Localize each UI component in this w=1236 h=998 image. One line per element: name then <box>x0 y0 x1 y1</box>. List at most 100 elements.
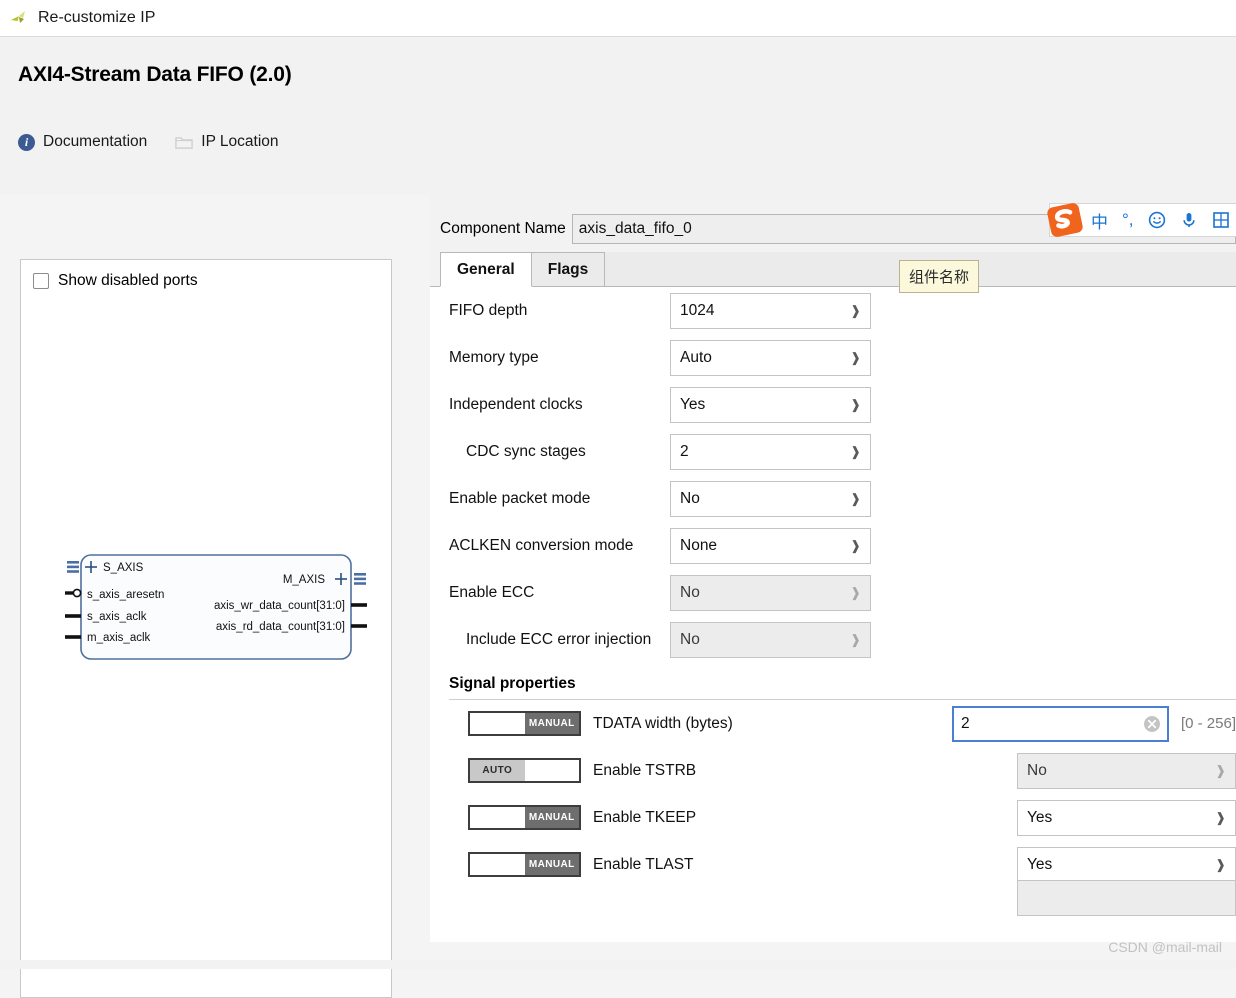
row-enable-ecc: Enable ECC No ❱ <box>430 569 1236 616</box>
row-tdata-width: MANUAL TDATA width (bytes) 2 [0 - 256] <box>430 700 1236 747</box>
documentation-link[interactable]: i Documentation <box>18 133 147 151</box>
tab-general[interactable]: General <box>440 252 532 287</box>
chevron-down-icon: ❱ <box>850 443 861 459</box>
combo-include-ecc-error-injection-value: No <box>680 630 700 648</box>
row-memory-type: Memory type Auto ❱ <box>430 334 1236 381</box>
window-titlebar: Re-customize IP <box>0 0 1236 37</box>
show-disabled-ports-checkbox[interactable] <box>33 273 49 289</box>
folder-icon <box>175 135 193 150</box>
combo-include-ecc-error-injection: No ❱ <box>670 621 871 658</box>
chinese-mode-icon[interactable]: 中 <box>1091 208 1108 233</box>
toggle-enable-tlast[interactable]: MANUAL <box>468 852 581 877</box>
toggle-enable-tstrb-off <box>524 760 579 781</box>
info-icon: i <box>18 133 35 151</box>
field-tdata-width: 2 [0 - 256] <box>951 705 1236 742</box>
label-enable-tkeep: Enable TKEEP <box>593 808 697 826</box>
chevron-down-icon: ❱ <box>850 349 861 365</box>
chevron-down-icon: ❱ <box>850 302 861 318</box>
ip-location-link-label: IP Location <box>201 133 279 150</box>
config-panel: Component Name axis_data_fifo_0 General … <box>430 195 1236 942</box>
label-enable-tstrb: Enable TSTRB <box>593 761 697 779</box>
chevron-down-icon: ❱ <box>850 584 861 600</box>
combo-enable-tkeep[interactable]: Yes ❱ <box>1017 799 1236 836</box>
svg-text:S_AXIS: S_AXIS <box>103 562 144 574</box>
ip-location-link[interactable]: IP Location <box>175 133 279 151</box>
combo-independent-clocks-value: Yes <box>680 395 706 413</box>
toggle-tdata-width[interactable]: MANUAL <box>468 711 581 736</box>
csdn-watermark: CSDN @mail-mail <box>1108 939 1222 955</box>
combo-next-partial <box>1017 880 1236 916</box>
clear-icon[interactable] <box>1143 715 1161 733</box>
toggle-enable-tlast-off <box>470 854 525 875</box>
combo-enable-tlast-value: Yes <box>1027 855 1053 873</box>
combo-enable-packet-mode[interactable]: No ❱ <box>670 480 871 517</box>
ip-symbol-panel: Show disabled ports S_AXIS s_axis_areset… <box>20 259 392 998</box>
punctuation-mode-icon[interactable]: °, <box>1122 210 1134 230</box>
chevron-down-icon: ❱ <box>850 631 861 647</box>
toggle-enable-tlast-mode: MANUAL <box>524 854 579 875</box>
combo-enable-packet-mode-value: No <box>680 489 700 507</box>
label-aclken-conversion-mode: ACLKEN conversion mode <box>449 536 634 554</box>
signal-properties-title: Signal properties <box>449 675 576 692</box>
dialog-body: Show disabled ports S_AXIS s_axis_areset… <box>0 195 1236 998</box>
sogou-logo-icon[interactable] <box>1046 201 1084 239</box>
chevron-down-icon: ❱ <box>1215 762 1226 778</box>
component-name-label: Component Name <box>440 220 566 237</box>
toggle-enable-tkeep-mode: MANUAL <box>524 807 579 828</box>
signal-properties-section: Signal properties <box>430 675 1236 700</box>
label-tdata-width: TDATA width (bytes) <box>593 714 733 732</box>
row-next-partial <box>430 880 1236 916</box>
tab-flags[interactable]: Flags <box>530 252 606 286</box>
combo-memory-type[interactable]: Auto ❱ <box>670 339 871 376</box>
label-enable-packet-mode: Enable packet mode <box>449 489 591 507</box>
combo-enable-ecc-value: No <box>680 583 700 601</box>
label-enable-tlast: Enable TLAST <box>593 855 694 873</box>
voice-input-icon[interactable] <box>1180 211 1198 229</box>
combo-memory-type-value: Auto <box>680 348 712 366</box>
combo-independent-clocks[interactable]: Yes ❱ <box>670 386 871 423</box>
toggle-enable-tkeep-off <box>470 807 525 828</box>
tooltip-component-name: 组件名称 <box>899 260 980 293</box>
combo-enable-tstrb-value: No <box>1027 761 1047 779</box>
combo-enable-tlast[interactable]: Yes ❱ <box>1017 846 1236 883</box>
label-cdc-sync-stages: CDC sync stages <box>466 442 586 460</box>
chevron-down-icon: ❱ <box>850 490 861 506</box>
documentation-link-label: Documentation <box>43 133 148 150</box>
window-title: Re-customize IP <box>38 9 156 26</box>
row-include-ecc-error-injection: Include ECC error injection No ❱ <box>430 616 1236 663</box>
field-enable-tstrb: No ❱ <box>1017 752 1236 789</box>
row-enable-packet-mode: Enable packet mode No ❱ <box>430 475 1236 522</box>
tab-bar: General Flags <box>430 251 1236 287</box>
combo-cdc-sync-stages[interactable]: 2 ❱ <box>670 433 871 470</box>
emoji-icon[interactable] <box>1148 211 1166 229</box>
row-aclken-conversion-mode: ACLKEN conversion mode None ❱ <box>430 522 1236 569</box>
toggle-enable-tstrb-mode: AUTO <box>470 760 525 781</box>
toolbox-icon[interactable] <box>1212 211 1230 229</box>
combo-aclken-conversion-mode[interactable]: None ❱ <box>670 527 871 564</box>
svg-text:s_axis_aresetn: s_axis_aresetn <box>87 589 164 601</box>
chevron-down-icon: ❱ <box>850 396 861 412</box>
input-tdata-width[interactable]: 2 <box>951 705 1169 742</box>
label-enable-ecc: Enable ECC <box>449 583 535 601</box>
svg-text:s_axis_aclk: s_axis_aclk <box>87 611 147 623</box>
combo-fifo-depth[interactable]: 1024 ❱ <box>670 292 871 329</box>
svg-text:axis_wr_data_count[31:0]: axis_wr_data_count[31:0] <box>214 600 345 612</box>
ip-header: AXI4-Stream Data FIFO (2.0) i Documentat… <box>0 37 1236 195</box>
combo-cdc-sync-stages-value: 2 <box>680 442 689 460</box>
chevron-down-icon: ❱ <box>1215 809 1226 825</box>
row-enable-tkeep: MANUAL Enable TKEEP Yes ❱ <box>430 794 1236 841</box>
header-links: i Documentation IP Location <box>18 133 1236 151</box>
chevron-down-icon: ❱ <box>1215 856 1226 872</box>
svg-text:m_axis_aclk: m_axis_aclk <box>87 632 151 644</box>
label-memory-type: Memory type <box>449 348 539 366</box>
input-tdata-width-value: 2 <box>960 714 970 732</box>
label-independent-clocks: Independent clocks <box>449 395 583 413</box>
toggle-enable-tkeep[interactable]: MANUAL <box>468 805 581 830</box>
chevron-down-icon: ❱ <box>850 537 861 553</box>
show-disabled-ports-row[interactable]: Show disabled ports <box>21 260 391 290</box>
combo-aclken-conversion-mode-value: None <box>680 536 718 554</box>
toggle-enable-tstrb[interactable]: AUTO <box>468 758 581 783</box>
general-tab-content: FIFO depth 1024 ❱ Memory type Auto ❱ Ind… <box>430 287 1236 942</box>
vivado-logo-icon <box>8 7 30 29</box>
hint-tdata-width-range: [0 - 256] <box>1180 715 1236 732</box>
